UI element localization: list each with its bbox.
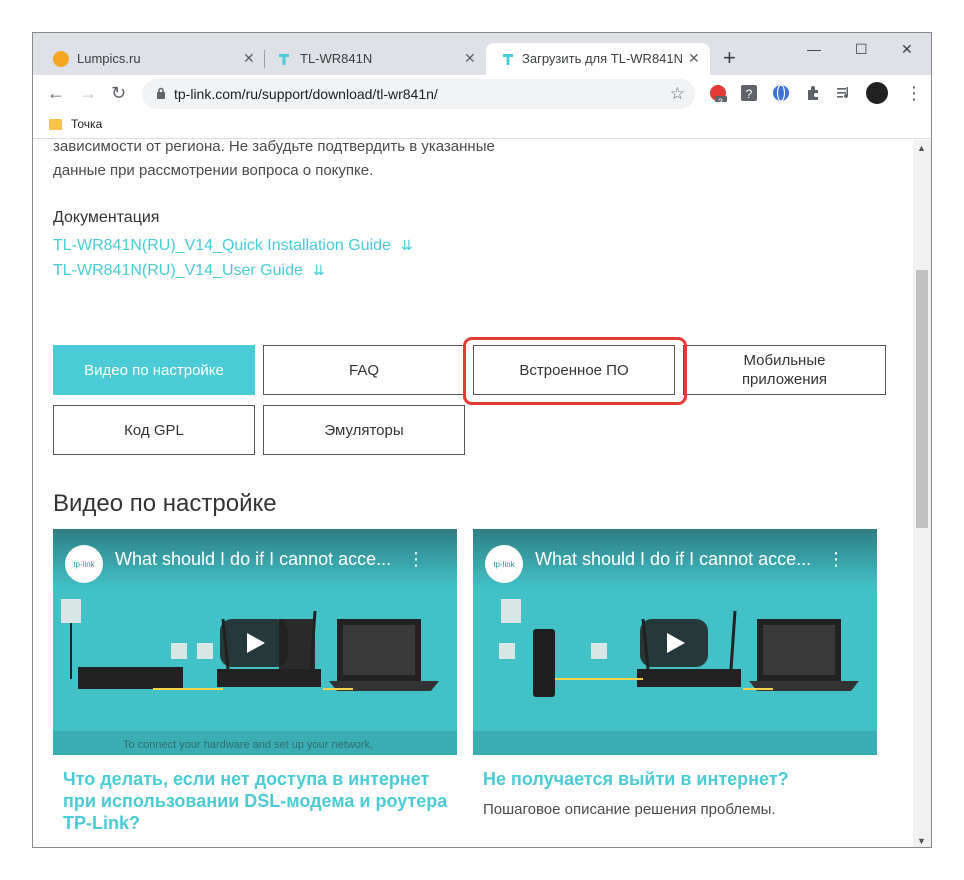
media-control-icon[interactable] [835, 84, 853, 102]
docs-heading: Документация [53, 209, 160, 226]
browser-window: Lumpics.ru ✕ TL-WR841N ✕ Загрузить для T… [32, 32, 932, 848]
video-bottom-bar [473, 731, 877, 755]
close-tab-icon[interactable]: ✕ [243, 50, 255, 67]
tplink-favicon-icon [279, 54, 289, 65]
profile-avatar[interactable] [866, 82, 888, 104]
globe-extension-icon[interactable] [772, 84, 790, 102]
video-2-description: Пошаговое описание решения проблемы. [483, 801, 776, 818]
highlight-box [463, 337, 687, 405]
play-button-icon[interactable] [220, 619, 288, 667]
tab-emulators[interactable]: Эмуляторы [263, 405, 465, 455]
tplink-logo: tp-link [65, 545, 103, 583]
play-button-icon[interactable] [640, 619, 708, 667]
svg-text:?: ? [746, 87, 753, 101]
video-menu-icon[interactable]: ⋮ [827, 549, 845, 570]
new-tab-button[interactable]: + [723, 47, 736, 69]
tab-video-setup[interactable]: Видео по настройке [53, 345, 255, 395]
tab-active-download[interactable]: Загрузить для TL-WR841N | T ✕ [486, 43, 710, 75]
video-title: What should I do if I cannot acce... [115, 549, 392, 569]
intro-text-line1: зависимости от региона. Не забудьте подт… [53, 140, 495, 155]
tab-separator [264, 50, 265, 68]
help-extension-icon[interactable]: ? [740, 84, 758, 102]
doc-link-quick-guide[interactable]: TL-WR841N(RU)_V14_Quick Installation Gui… [53, 237, 413, 255]
doc-link-label: TL-WR841N(RU)_V14_User Guide [53, 262, 303, 279]
video-title: What should I do if I cannot acce... [535, 549, 812, 569]
bookmark-label: Точка [71, 117, 103, 131]
url-text: tp-link.com/ru/support/download/tl-wr841… [174, 86, 438, 102]
back-arrow-icon[interactable]: ← [47, 84, 65, 102]
scroll-thumb[interactable] [916, 270, 928, 528]
video-player-2[interactable]: tp-link What should I do if I cannot acc… [473, 529, 877, 755]
bookmark-star-icon[interactable]: ☆ [670, 84, 685, 104]
puzzle-extensions-icon[interactable] [804, 84, 822, 102]
browser-toolbar: ← → ↻ tp-link.com/ru/support/download/tl… [33, 75, 931, 113]
tplink-favicon-icon [503, 54, 513, 65]
scroll-down-icon[interactable]: ▼ [917, 836, 926, 846]
tplink-logo: tp-link [485, 545, 523, 583]
bookmarks-bar: Точка [33, 113, 931, 139]
tab-tl-wr841n[interactable]: TL-WR841N ✕ [266, 43, 486, 75]
address-bar[interactable]: tp-link.com/ru/support/download/tl-wr841… [142, 79, 695, 109]
tab-faq[interactable]: FAQ [263, 345, 465, 395]
close-window-button[interactable]: ✕ [901, 41, 913, 58]
section-title: Видео по настройке [53, 490, 277, 517]
reload-icon[interactable]: ↻ [111, 84, 126, 102]
doc-link-label: TL-WR841N(RU)_V14_Quick Installation Gui… [53, 237, 391, 254]
tab-strip: Lumpics.ru ✕ TL-WR841N ✕ Загрузить для T… [33, 33, 931, 75]
tab-title: TL-WR841N [300, 51, 373, 66]
folder-icon [49, 119, 62, 130]
scroll-up-icon[interactable]: ▲ [917, 143, 926, 153]
page-content: зависимости от региона. Не забудьте подт… [33, 140, 913, 847]
video-player-1[interactable]: tp-link What should I do if I cannot acc… [53, 529, 457, 755]
download-icon: ⇊ [312, 262, 325, 278]
doc-link-user-guide[interactable]: TL-WR841N(RU)_V14_User Guide ⇊ [53, 262, 325, 280]
video-caption: To connect your hardware and set up your… [123, 739, 374, 751]
menu-kebab-icon[interactable]: ⋮ [905, 83, 923, 104]
minimize-button[interactable]: — [807, 41, 821, 57]
close-tab-icon[interactable]: ✕ [464, 50, 476, 67]
lumpics-favicon-icon [53, 51, 69, 67]
page-scrollbar[interactable]: ▲ ▼ [913, 140, 931, 847]
tab-title: Загрузить для TL-WR841N | T [522, 51, 682, 66]
tab-gpl-code[interactable]: Код GPL [53, 405, 255, 455]
maximize-button[interactable]: ☐ [855, 41, 868, 58]
tab-lumpics[interactable]: Lumpics.ru ✕ [33, 43, 263, 75]
close-tab-icon[interactable]: ✕ [688, 50, 700, 67]
forward-arrow-icon[interactable]: → [79, 84, 97, 102]
tab-title: Lumpics.ru [77, 51, 141, 66]
video-menu-icon[interactable]: ⋮ [407, 549, 425, 570]
extension-badge: 3 [718, 97, 724, 107]
tab-mobile-apps[interactable]: Мобильные приложения [683, 345, 886, 395]
download-icon: ⇊ [400, 237, 413, 253]
intro-text-line2: данные при рассмотрении вопроса о покупк… [53, 162, 374, 179]
lock-icon [157, 87, 165, 99]
video-2-link[interactable]: Не получается выйти в интернет? [483, 768, 883, 790]
video-1-link[interactable]: Что делать, если нет доступа в интернет … [63, 768, 463, 834]
